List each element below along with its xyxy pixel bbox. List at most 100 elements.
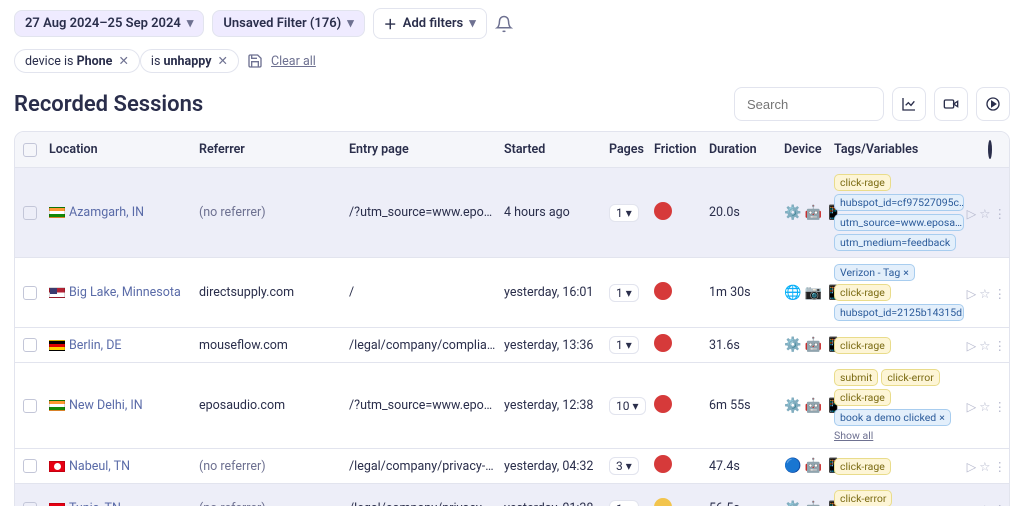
row-checkbox[interactable] — [23, 286, 37, 300]
star-icon[interactable]: ☆ — [979, 502, 990, 506]
tag[interactable]: book a demo clicked × — [834, 409, 951, 426]
row-checkbox[interactable] — [23, 502, 37, 506]
table-row[interactable]: Big Lake, Minnesota directsupply.com / y… — [15, 257, 1009, 327]
tag[interactable]: click-rage — [834, 458, 891, 475]
chevron-down-icon: ▾ — [633, 399, 639, 413]
col-friction[interactable]: Friction — [650, 142, 705, 157]
video-button[interactable] — [934, 87, 968, 121]
pages-dropdown[interactable]: 1 ▾ — [609, 336, 639, 354]
location-link[interactable]: Azamgarh, IN — [69, 205, 144, 220]
row-actions: ▷ ☆ ⋮ — [970, 206, 1009, 220]
col-pages[interactable]: Pages — [605, 142, 650, 157]
search-box[interactable] — [734, 87, 884, 121]
chrome-icon: 🔵 — [784, 458, 801, 474]
star-icon[interactable]: ☆ — [979, 338, 990, 352]
tag[interactable]: click-rage — [834, 337, 891, 354]
close-icon[interactable]: × — [939, 411, 945, 424]
filter-dropdown[interactable]: Unsaved Filter (176) ▾ — [212, 10, 364, 37]
show-all-link[interactable]: Show all — [834, 429, 873, 442]
more-icon[interactable]: ⋮ — [994, 338, 1007, 352]
tag[interactable]: hubspot_id=cf97527095c… — [834, 194, 964, 211]
tag[interactable]: click-rage — [834, 284, 891, 301]
row-checkbox[interactable] — [23, 399, 37, 413]
refresh-icon[interactable] — [988, 140, 992, 159]
friction-angry-icon — [654, 202, 672, 220]
row-actions: ▷ ☆ ⋮ — [970, 502, 1009, 506]
pages-dropdown[interactable]: 3 ▾ — [609, 457, 639, 475]
play-icon[interactable]: ▷ — [967, 338, 977, 352]
play-icon[interactable]: ▷ — [967, 399, 977, 413]
star-icon[interactable]: ☆ — [979, 459, 990, 473]
duration-cell: 6m 55s — [705, 398, 780, 413]
col-device[interactable]: Device — [780, 142, 830, 157]
table-row[interactable]: Berlin, DE mouseflow.com /legal/company/… — [15, 327, 1009, 362]
referrer-cell: directsupply.com — [195, 285, 345, 300]
started-cell: yesterday, 13:36 — [500, 338, 605, 353]
tag[interactable]: hubspot_id=2125b14315d… — [834, 304, 964, 321]
location-link[interactable]: New Delhi, IN — [69, 398, 143, 413]
more-icon[interactable]: ⋮ — [994, 459, 1007, 473]
row-checkbox[interactable] — [23, 206, 37, 220]
add-filters-button[interactable]: ＋ Add filters ▾ — [373, 8, 487, 39]
table-row[interactable]: New Delhi, IN eposaudio.com /?utm_source… — [15, 362, 1009, 448]
filter-chip[interactable]: device is Phone✕ — [14, 49, 140, 73]
col-tags[interactable]: Tags/Variables — [830, 142, 970, 157]
more-icon[interactable]: ⋮ — [994, 502, 1007, 506]
tag[interactable]: click-error — [834, 490, 892, 506]
clear-all-link[interactable]: Clear all — [271, 54, 316, 69]
col-duration[interactable]: Duration — [705, 142, 780, 157]
star-icon[interactable]: ☆ — [979, 206, 990, 220]
pages-dropdown[interactable]: 1 ▾ — [609, 500, 639, 506]
date-range-picker[interactable]: 27 Aug 2024–25 Sep 2024 ▾ — [14, 10, 204, 37]
pages-dropdown[interactable]: 1 ▾ — [609, 284, 639, 302]
gear-icon: ⚙️ — [784, 337, 801, 353]
tags-cell: submitclick-error click-rage book a demo c… — [830, 369, 970, 442]
close-icon[interactable]: ✕ — [118, 53, 128, 69]
play-icon[interactable]: ▷ — [967, 502, 977, 506]
location-link[interactable]: Big Lake, Minnesota — [69, 285, 181, 300]
col-started[interactable]: Started — [500, 142, 605, 157]
chevron-down-icon: ▾ — [626, 459, 632, 473]
more-icon[interactable]: ⋮ — [994, 206, 1007, 220]
row-actions: ▷ ☆ ⋮ — [970, 286, 1009, 300]
location-link[interactable]: Tunis, TN — [69, 501, 121, 506]
tag[interactable]: submit — [834, 369, 878, 386]
tag[interactable]: click-error — [881, 369, 939, 386]
bell-icon[interactable] — [495, 15, 513, 33]
col-location[interactable]: Location — [45, 142, 195, 157]
referrer-cell: (no referrer) — [195, 205, 345, 220]
close-icon[interactable]: ✕ — [218, 53, 228, 69]
tag[interactable]: utm_medium=feedback — [834, 234, 956, 251]
location-link[interactable]: Nabeul, TN — [69, 459, 130, 474]
tag[interactable]: click-rage — [834, 389, 891, 406]
tag[interactable]: Verizon - Tag × — [834, 264, 915, 281]
col-referrer[interactable]: Referrer — [195, 142, 345, 157]
table-row[interactable]: Tunis, TN (no referrer) /legal/company/p… — [15, 483, 1009, 506]
row-checkbox[interactable] — [23, 338, 37, 352]
filter-chip[interactable]: is unhappy✕ — [140, 49, 239, 73]
table-row[interactable]: Azamgarh, IN (no referrer) /?utm_source=… — [15, 167, 1009, 257]
select-all-checkbox[interactable] — [23, 143, 37, 157]
pages-dropdown[interactable]: 1 ▾ — [609, 204, 639, 222]
tag[interactable]: utm_source=www.eposa… — [834, 214, 964, 231]
table-row[interactable]: Nabeul, TN (no referrer) /legal/company/… — [15, 448, 1009, 483]
play-button[interactable] — [976, 87, 1010, 121]
close-icon[interactable]: × — [903, 266, 909, 279]
play-icon[interactable]: ▷ — [967, 206, 977, 220]
pages-dropdown[interactable]: 10 ▾ — [609, 397, 646, 415]
entry-cell: /?utm_source=www.eposaudio… — [345, 205, 500, 220]
device-cell: ⚙️🤖📱 — [780, 205, 830, 221]
star-icon[interactable]: ☆ — [979, 286, 990, 300]
play-icon[interactable]: ▷ — [967, 459, 977, 473]
row-checkbox[interactable] — [23, 459, 37, 473]
more-icon[interactable]: ⋮ — [994, 399, 1007, 413]
play-icon[interactable]: ▷ — [967, 286, 977, 300]
save-icon[interactable] — [247, 53, 263, 69]
col-entry[interactable]: Entry page — [345, 142, 500, 157]
star-icon[interactable]: ☆ — [979, 399, 990, 413]
location-link[interactable]: Berlin, DE — [69, 338, 122, 353]
tag[interactable]: click-rage — [834, 174, 891, 191]
more-icon[interactable]: ⋮ — [994, 286, 1007, 300]
chart-button[interactable] — [892, 87, 926, 121]
entry-cell: /?utm_source=www.eposaudio… — [345, 398, 500, 413]
